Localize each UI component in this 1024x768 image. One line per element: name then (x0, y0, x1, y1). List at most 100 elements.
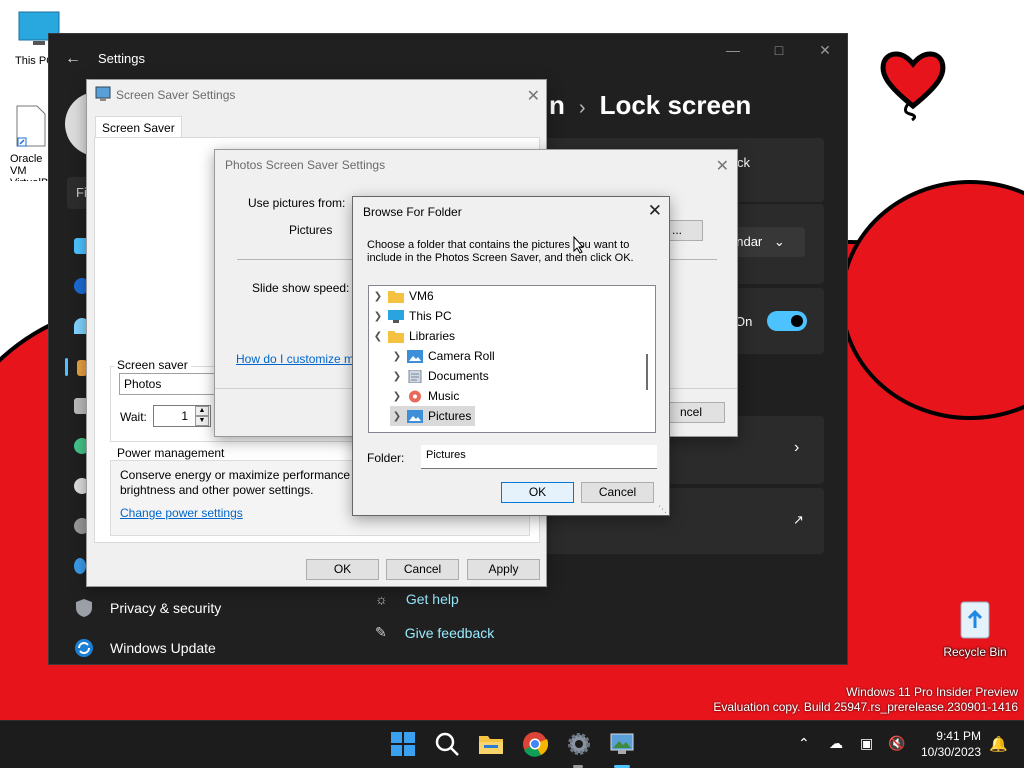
close-icon[interactable]: ✕ (527, 86, 540, 106)
heart-icon (880, 51, 946, 110)
chevron-right-icon: › (794, 439, 800, 456)
network-status-icon[interactable]: ▣ (860, 735, 873, 752)
shortcut-file-icon (16, 105, 46, 147)
documents-icon (408, 369, 422, 383)
shield-icon (74, 598, 94, 618)
tree-item-label: Libraries (409, 329, 456, 343)
tree-item[interactable]: ❮ Libraries (371, 326, 455, 346)
chevron-right-icon[interactable]: ❯ (390, 351, 404, 362)
recycle-bin-icon (960, 601, 990, 639)
screen-saver-app-icon (95, 86, 111, 101)
chevron-up-icon[interactable]: ⌃ (798, 735, 810, 752)
close-icon[interactable]: ✕ (648, 201, 662, 221)
customize-help-link[interactable]: How do I customize m (236, 352, 354, 366)
nav-item-windows-update[interactable]: Windows Update (74, 638, 216, 658)
cancel-button[interactable]: Cancel (581, 482, 654, 503)
page-title: Lock screen (599, 90, 752, 120)
help-icon: ☼ (375, 591, 388, 607)
wait-label: Wait: (120, 410, 147, 424)
tree-item[interactable]: ❯ Music (390, 386, 460, 406)
wait-value: 1 (181, 409, 188, 423)
toggle-switch[interactable] (767, 311, 807, 331)
dialog-title: Photos Screen Saver Settings (225, 158, 386, 172)
mouse-cursor-icon (573, 236, 585, 254)
tree-item[interactable]: ❯ Camera Roll (390, 346, 495, 366)
give-feedback-link[interactable]: ✎ Give feedback (375, 624, 494, 641)
chevron-right-icon[interactable]: ❯ (371, 291, 385, 302)
dialog-title: Screen Saver Settings (116, 88, 236, 102)
chevron-right-icon[interactable]: ❯ (371, 311, 385, 322)
volume-muted-icon[interactable]: 🔇 (888, 735, 905, 752)
ok-button[interactable]: OK (306, 559, 379, 580)
heart-squiggle (903, 103, 917, 122)
close-icon[interactable]: ✕ (805, 42, 845, 59)
tree-item-label: Camera Roll (428, 349, 495, 363)
tree-item[interactable]: ❯ This PC (371, 306, 452, 326)
chevron-right-icon[interactable]: ❯ (390, 411, 404, 422)
chevron-right-icon[interactable]: ❯ (390, 391, 404, 402)
clock[interactable]: 9:41 PM 10/30/2023 (918, 728, 981, 760)
tree-item[interactable]: ❯ Documents (390, 366, 489, 386)
screen-saver-select[interactable]: Photos (119, 373, 229, 395)
minimize-icon[interactable]: — (713, 42, 753, 58)
browse-description-line-2: include in the Photos Screen Saver, and … (367, 252, 634, 264)
search-icon[interactable] (434, 731, 460, 757)
browse-for-folder-dialog: Browse For Folder ✕ Choose a folder that… (352, 196, 670, 516)
cloud-info-icon[interactable]: ☁ (829, 735, 843, 752)
chevron-right-icon[interactable]: ❯ (390, 371, 404, 382)
start-icon[interactable] (390, 731, 416, 757)
chrome-icon[interactable] (522, 731, 548, 757)
use-pictures-label: Use pictures from: (248, 196, 346, 210)
change-power-settings-link[interactable]: Change power settings (120, 506, 243, 520)
chevron-down-icon[interactable]: ❮ (371, 331, 385, 342)
cancel-button-label: ncel (679, 405, 702, 419)
desktop-icon-recycle-bin[interactable]: Recycle Bin (940, 596, 1010, 659)
folder-icon (388, 290, 404, 303)
pictures-icon (407, 409, 423, 423)
file-explorer-icon[interactable] (478, 731, 504, 757)
screensaver-app-icon[interactable] (609, 731, 635, 757)
ok-button[interactable]: OK (501, 482, 574, 503)
tab-screen-saver[interactable]: Screen Saver (95, 116, 182, 139)
folder-icon (388, 330, 404, 343)
tree-item-selected[interactable]: ❯ Pictures (390, 406, 476, 426)
maximize-icon[interactable]: □ (759, 42, 799, 58)
tree-item-label: Pictures (428, 409, 472, 423)
folder-input[interactable]: Pictures (421, 445, 657, 469)
accessibility-icon[interactable] (74, 558, 86, 574)
folder-tree[interactable]: ❯ VM6 ❯ This PC ❮ Libraries ❯ Camera Rol… (368, 285, 656, 433)
tree-item-label: Music (428, 389, 460, 403)
back-arrow-icon[interactable]: ← (65, 50, 81, 68)
get-help-link[interactable]: ☼ Get help (375, 591, 459, 607)
clock-time: 9:41 PM (936, 729, 981, 743)
spinner-up-icon[interactable]: ▲ (195, 406, 209, 416)
power-description-line-1: Conserve energy or maximize performance … (120, 468, 361, 482)
chevron-right-icon: › (578, 97, 586, 119)
watermark-line-1: Windows 11 Pro Insider Preview (846, 685, 1018, 699)
give-feedback-label: Give feedback (404, 624, 495, 641)
nav-item-label: Windows Update (110, 640, 216, 656)
tree-item-label: This PC (409, 309, 452, 323)
screen-saver-group-label: Screen saver (114, 358, 191, 372)
breadcrumb-parent[interactable]: n (549, 90, 565, 120)
cancel-button[interactable]: Cancel (386, 559, 459, 580)
close-icon[interactable]: ✕ (716, 156, 729, 176)
windows-update-icon (74, 638, 94, 658)
nav-item-label: Privacy & security (110, 600, 222, 616)
open-external-icon: ↗ (793, 512, 804, 527)
browse-button-label: ... (672, 223, 683, 237)
dialog-title: Browse For Folder (363, 205, 462, 219)
computer-icon (388, 309, 404, 323)
resize-grip-icon[interactable]: ⋱ (658, 504, 667, 515)
tree-item[interactable]: ❯ VM6 (371, 286, 434, 306)
notification-bell-icon[interactable]: 🔔 (989, 735, 1008, 753)
scrollbar-thumb[interactable] (646, 354, 648, 390)
clock-date: 10/30/2023 (920, 745, 981, 759)
taskbar: ⌃ ☁ ▣ 🔇 9:41 PM 10/30/2023 🔔 (0, 720, 1024, 768)
slide-speed-label: Slide show speed: (252, 281, 350, 295)
spinner-down-icon[interactable]: ▼ (195, 416, 209, 426)
nav-item-privacy-security[interactable]: Privacy & security (74, 598, 221, 618)
settings-icon[interactable] (566, 731, 592, 757)
apply-button[interactable]: Apply (467, 559, 540, 580)
pictures-value: Pictures (289, 223, 333, 237)
